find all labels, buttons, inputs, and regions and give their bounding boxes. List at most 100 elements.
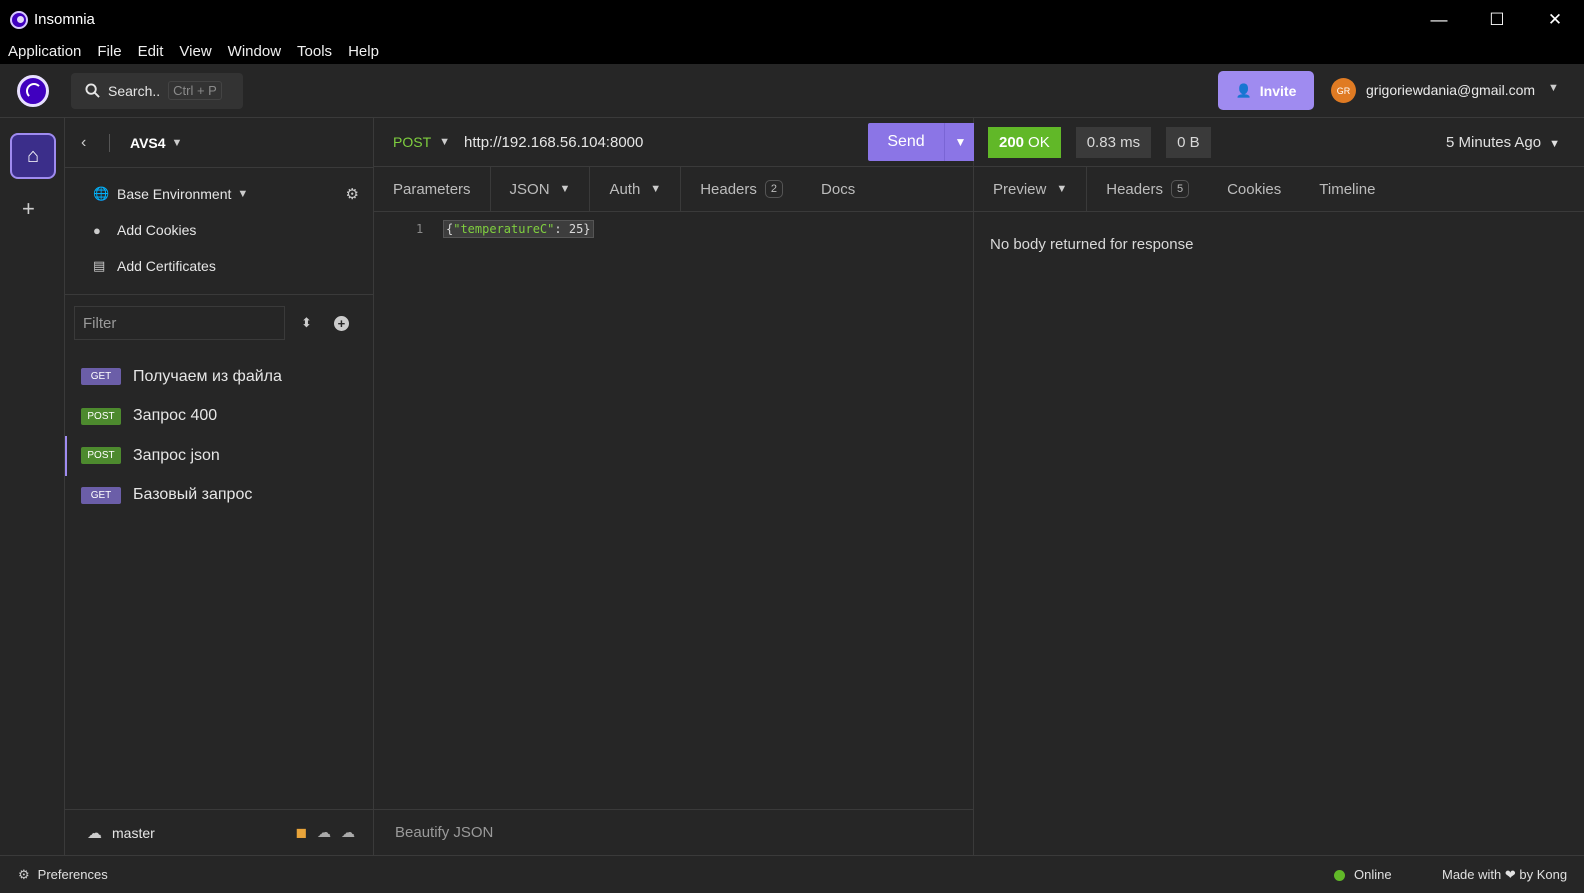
menu-application[interactable]: Application <box>8 43 81 60</box>
tab-label: JSON <box>509 180 550 198</box>
online-indicator-icon <box>1334 870 1345 881</box>
request-name: Запрос 400 <box>133 407 218 425</box>
sort-icon[interactable]: ⬍ <box>301 315 312 331</box>
tab-auth[interactable]: Auth ▼ <box>590 167 682 211</box>
branch-name[interactable]: master <box>112 825 155 841</box>
json-key: "temperatureC" <box>453 222 555 236</box>
add-request-icon[interactable]: + <box>333 315 349 331</box>
menu-tools[interactable]: Tools <box>297 43 332 60</box>
method-badge: GET <box>81 368 121 386</box>
menu-help[interactable]: Help <box>348 43 379 60</box>
response-status-bar: 200 OK 0.83 ms 0 B 5 Minutes Ago ▼ <box>974 118 1584 167</box>
send-options-chevron-icon[interactable]: ▼ <box>945 135 976 149</box>
status-badge: 200 OK <box>988 126 1061 158</box>
window-controls: — ☐ ✕ <box>1410 0 1584 39</box>
insomnia-logo-icon <box>10 10 28 29</box>
insomnia-home-logo-icon[interactable] <box>17 74 49 107</box>
chevron-down-icon[interactable]: ▼ <box>1548 82 1559 94</box>
tab-headers[interactable]: Headers 2 <box>681 167 802 211</box>
method-selector[interactable]: POST <box>393 134 431 150</box>
list-item-active[interactable]: POST Запрос json <box>65 436 373 476</box>
filter-input[interactable] <box>74 306 285 340</box>
chevron-down-icon[interactable]: ▼ <box>172 137 183 149</box>
add-certificates-button[interactable]: ▤ Add Certificates <box>65 248 373 284</box>
minimize-button[interactable]: — <box>1410 0 1468 39</box>
search-shortcut: Ctrl + P <box>168 81 222 100</box>
response-tabs: Preview ▼ Headers 5 Cookies Timeline <box>974 167 1584 212</box>
certificate-icon: ▤ <box>93 258 106 273</box>
tab-timeline[interactable]: Timeline <box>1300 167 1394 211</box>
sidebar: ‹ AVS4 ▼ 🌐 Base Environment ▼ ⚙ ● Add Co… <box>65 118 374 855</box>
gear-icon[interactable]: ⚙ <box>18 867 30 883</box>
environment-label: Base Environment <box>117 186 232 202</box>
chevron-down-icon: ▼ <box>237 188 249 200</box>
response-pane: 200 OK 0.83 ms 0 B 5 Minutes Ago ▼ Preview… <box>974 118 1584 855</box>
send-button[interactable]: Send <box>868 133 944 151</box>
search-label: Search.. <box>108 82 161 99</box>
chevron-down-icon: ▼ <box>1549 137 1560 150</box>
workspace-header: ‹ AVS4 ▼ <box>65 118 373 168</box>
beautify-json-button[interactable]: Beautify JSON <box>374 809 973 855</box>
commit-box-icon[interactable]: ◼ <box>295 824 307 841</box>
add-project-icon[interactable]: + <box>22 196 35 222</box>
cloud-push-icon[interactable]: ☁ <box>341 824 355 841</box>
gear-icon[interactable]: ⚙ <box>346 185 359 203</box>
url-input[interactable]: http://192.168.56.104:8000 <box>464 134 643 151</box>
code-line[interactable]: {"temperatureC": 25} <box>443 220 594 238</box>
add-cookies-button[interactable]: ● Add Cookies <box>65 212 373 248</box>
tab-label: Preview <box>993 180 1047 198</box>
chevron-down-icon: ▼ <box>559 183 571 195</box>
chevron-down-icon[interactable]: ▼ <box>439 136 450 148</box>
list-item[interactable]: GET Получаем из файла <box>65 357 373 397</box>
menu-bar: Application File Edit View Window Tools … <box>0 39 1584 64</box>
status-bar: ⚙ Preferences Online Made with ❤ by Kong <box>0 855 1584 893</box>
request-name: Запрос json <box>133 446 220 464</box>
workspace-name[interactable]: AVS4 <box>130 135 166 151</box>
count-badge: 2 <box>764 180 784 198</box>
menu-view[interactable]: View <box>179 43 211 60</box>
tab-label: Docs <box>821 180 856 198</box>
response-size-badge: 0 B <box>1166 126 1211 158</box>
list-item[interactable]: POST Запрос 400 <box>65 397 373 437</box>
account-email[interactable]: grigoriewdania@gmail.com <box>1366 82 1535 98</box>
preferences-link[interactable]: Preferences <box>38 867 108 882</box>
json-colon: : <box>554 222 569 236</box>
made-with-kong-link[interactable]: Made with ❤ by Kong <box>1442 867 1567 883</box>
tab-cookies[interactable]: Cookies <box>1208 167 1300 211</box>
back-arrow-icon[interactable]: ‹ <box>81 134 109 152</box>
tab-label: Cookies <box>1227 180 1282 198</box>
base-environment-selector[interactable]: 🌐 Base Environment ▼ ⚙ <box>65 176 373 212</box>
list-item[interactable]: GET Базовый запрос <box>65 476 373 516</box>
maximize-button[interactable]: ☐ <box>1468 0 1526 39</box>
tab-label: Timeline <box>1319 180 1376 198</box>
avatar[interactable]: GR <box>1331 78 1356 103</box>
tab-body[interactable]: JSON ▼ <box>490 167 591 211</box>
search-button[interactable]: Search.. Ctrl + P <box>71 72 243 109</box>
tab-response-headers[interactable]: Headers 5 <box>1087 167 1208 211</box>
response-history-selector[interactable]: 5 Minutes Ago ▼ <box>1446 134 1560 151</box>
tab-preview[interactable]: Preview ▼ <box>974 167 1088 211</box>
body-editor[interactable]: 1 {"temperatureC": 25} <box>374 212 973 809</box>
json-value: 25 <box>568 222 584 236</box>
home-button[interactable]: ⌂ <box>10 133 56 179</box>
response-time-badge: 0.83 ms <box>1075 126 1152 158</box>
globe-icon: 🌐 <box>93 186 110 201</box>
cloud-icon: ☁ <box>87 824 102 842</box>
add-cookies-label: Add Cookies <box>117 222 197 238</box>
menu-window[interactable]: Window <box>228 43 281 60</box>
menu-file[interactable]: File <box>97 43 121 60</box>
git-sync-bar: ☁ master ◼ ☁ ☁ <box>65 809 373 855</box>
empty-response-message: No body returned for response <box>990 236 1194 253</box>
close-button[interactable]: ✕ <box>1526 0 1584 39</box>
line-number: 1 <box>416 222 424 236</box>
cloud-pull-icon[interactable]: ☁ <box>317 824 331 841</box>
request-list: GET Получаем из файла POST Запрос 400 PO… <box>65 357 373 515</box>
invite-button[interactable]: 👤 Invite <box>1218 71 1314 110</box>
home-icon: ⌂ <box>26 144 40 167</box>
tab-parameters[interactable]: Parameters <box>374 167 491 211</box>
url-bar: POST ▼ http://192.168.56.104:8000 Send ▼ <box>374 118 976 167</box>
tab-docs[interactable]: Docs <box>802 167 874 211</box>
search-icon <box>85 83 100 98</box>
menu-edit[interactable]: Edit <box>138 43 164 60</box>
online-status: Online <box>1354 867 1392 882</box>
